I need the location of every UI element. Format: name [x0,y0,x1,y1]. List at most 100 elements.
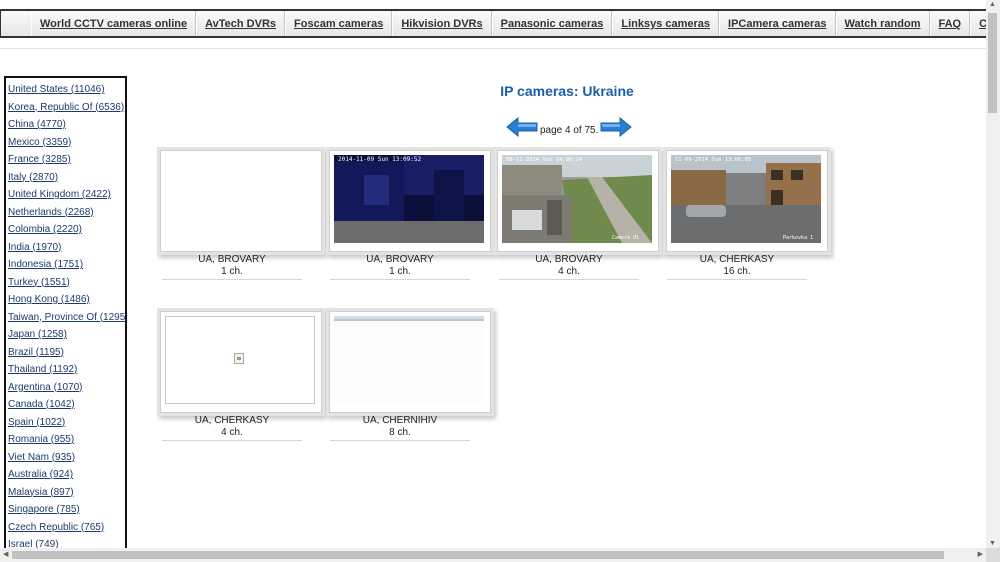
camera-thumbnail-courtyard-feed[interactable]: 11-09-2014 Sun 13:06:05 Parkovka 1 [671,155,821,243]
nav-link-hikvision[interactable]: Hikvision DVRs [401,18,482,30]
country-link[interactable]: Singapore (785) [8,504,80,515]
camera-thumbnail-washed-out-feed[interactable] [334,316,484,404]
country-item: Spain (1022) [8,414,125,432]
country-link[interactable]: China (4770) [8,119,66,130]
nav-link-faq[interactable]: FAQ [939,18,962,30]
nav-link-foscam[interactable]: Foscam cameras [294,18,383,30]
country-link[interactable]: Brazil (1195) [8,347,64,358]
camera-thumbnail-yard-feed[interactable]: 09-11-2014 Sun 14:08:24 Camera 01 [502,155,652,243]
vertical-scrollbar[interactable]: ▲ ▼ [986,0,1000,548]
next-page-arrow-icon[interactable] [600,117,633,137]
country-link[interactable]: Hong Kong (1486) [8,294,90,305]
country-link[interactable]: Romania (955) [8,434,74,445]
camera-tile[interactable]: 2014-11-09 Sun 13:09:52 [329,150,491,252]
country-item: Canada (1042) [8,396,125,414]
country-link[interactable]: Viet Nam (935) [8,452,75,463]
nav-item-world-cctv: World CCTV cameras online [31,11,197,36]
country-link[interactable]: Colombia (2220) [8,224,82,235]
page-title: IP cameras: Ukraine [500,83,634,99]
country-item: United Kingdom (2422) [8,186,125,204]
country-item: Indonesia (1751) [8,256,125,274]
camera-thumbnail-broken[interactable] [165,316,315,404]
country-item: Singapore (785) [8,501,125,519]
header-divider [0,48,986,49]
country-link[interactable]: Spain (1022) [8,417,65,428]
camera-caption: UA, BROVARY 4 ch. [499,254,639,280]
scroll-left-arrow-icon[interactable]: ◀ [3,550,8,558]
country-item: Korea, Republic Of (6536) [8,99,125,117]
camera-thumbnail-dark-feed[interactable]: 2014-11-09 Sun 13:09:52 [334,155,484,243]
country-link[interactable]: India (1970) [8,242,61,253]
camera-channels: 4 ch. [221,427,243,438]
page-indicator: page 4 of 75. [540,124,599,136]
country-link[interactable]: Australia (924) [8,469,73,480]
camera-feed-image: 2014-11-09 Sun 13:09:52 [334,155,484,243]
horizontal-scrollbar[interactable]: ◀ ▶ [0,548,986,562]
country-item: Australia (924) [8,466,125,484]
country-link[interactable]: Netherlands (2268) [8,207,94,218]
country-link[interactable]: Canada (1042) [8,399,75,410]
camera-caption: UA, BROVARY 1 ch. [162,254,302,280]
nav-item-faq: FAQ [929,11,971,36]
nav-link-avtech[interactable]: AvTech DVRs [205,18,276,30]
country-item: Romania (955) [8,431,125,449]
camera-channels: 16 ch. [723,266,751,277]
country-link[interactable]: Japan (1258) [8,329,67,340]
camera-timestamp: 2014-11-09 Sun 13:09:52 [338,156,421,163]
camera-feed-image: 09-11-2014 Sun 14:08:24 Camera 01 [502,155,652,243]
camera-timestamp: 09-11-2014 Sun 14:08:24 [506,157,583,163]
country-link[interactable]: Czech Republic (765) [8,522,104,533]
country-item: Viet Nam (935) [8,449,125,467]
previous-page-arrow-icon[interactable] [506,117,538,137]
country-link[interactable]: Thailand (1192) [8,364,77,375]
camera-location: UA, CHERNIHIV [362,415,438,426]
nav-menu: World CCTV cameras online AvTech DVRs Fo… [31,11,1000,36]
camera-caption: UA, CHERNIHIV 8 ch. [330,415,470,441]
camera-label: Parkovka 1 [783,235,813,241]
country-item: United States (11046) [8,81,125,99]
scroll-right-arrow-icon[interactable]: ▶ [978,550,983,558]
camera-tile[interactable]: 09-11-2014 Sun 14:08:24 Camera 01 [497,150,659,252]
camera-thumbnail-blank[interactable] [165,155,315,243]
country-item: Czech Republic (765) [8,519,125,537]
scroll-up-arrow-icon[interactable]: ▲ [989,1,996,8]
camera-caption: UA, BROVARY 1 ch. [330,254,470,280]
nav-item-panasonic: Panasonic cameras [491,11,613,36]
horizontal-scroll-thumb[interactable] [12,551,944,559]
country-link[interactable]: Indonesia (1751) [8,259,83,270]
vertical-scroll-thumb[interactable] [988,13,997,113]
country-link[interactable]: Korea, Republic Of (6536) [8,102,124,113]
camera-timestamp: 11-09-2014 Sun 13:06:05 [675,157,751,163]
country-link[interactable]: France (3285) [8,154,71,165]
nav-item-linksys: Linksys cameras [612,11,720,36]
country-item: Taiwan, Province Of (1295) [8,309,125,327]
camera-caption: UA, CHERKASY 4 ch. [162,415,302,441]
camera-tile[interactable] [160,311,322,413]
camera-location: UA, BROVARY [535,254,603,265]
country-link[interactable]: Argentina (1070) [8,382,83,393]
nav-item-avtech: AvTech DVRs [196,11,286,36]
camera-tile[interactable]: 11-09-2014 Sun 13:06:05 Parkovka 1 [666,150,828,252]
nav-link-watch-random[interactable]: Watch random [845,18,921,30]
country-link[interactable]: Italy (2870) [8,172,58,183]
camera-tile[interactable] [160,150,322,252]
nav-link-panasonic[interactable]: Panasonic cameras [501,18,604,30]
scroll-down-arrow-icon[interactable]: ▼ [989,540,996,547]
country-item: Japan (1258) [8,326,125,344]
country-link[interactable]: Mexico (3359) [8,137,71,148]
country-item: Turkey (1551) [8,274,125,292]
camera-channels: 4 ch. [558,266,580,277]
country-link[interactable]: United States (11046) [8,84,105,95]
nav-link-ipcamera[interactable]: IPCamera cameras [728,18,826,30]
country-link[interactable]: Malaysia (897) [8,487,74,498]
camera-feed-image [334,316,484,404]
country-link[interactable]: United Kingdom (2422) [8,189,111,200]
nav-link-linksys[interactable]: Linksys cameras [621,18,710,30]
country-link[interactable]: Taiwan, Province Of (1295) [8,312,125,323]
camera-tile[interactable] [329,311,491,413]
nav-link-world-cctv[interactable]: World CCTV cameras online [40,18,187,30]
country-link[interactable]: Turkey (1551) [8,277,70,288]
broken-image-icon [234,353,244,364]
camera-label: Camera 01 [612,235,639,241]
nav-item-hikvision: Hikvision DVRs [392,11,492,36]
